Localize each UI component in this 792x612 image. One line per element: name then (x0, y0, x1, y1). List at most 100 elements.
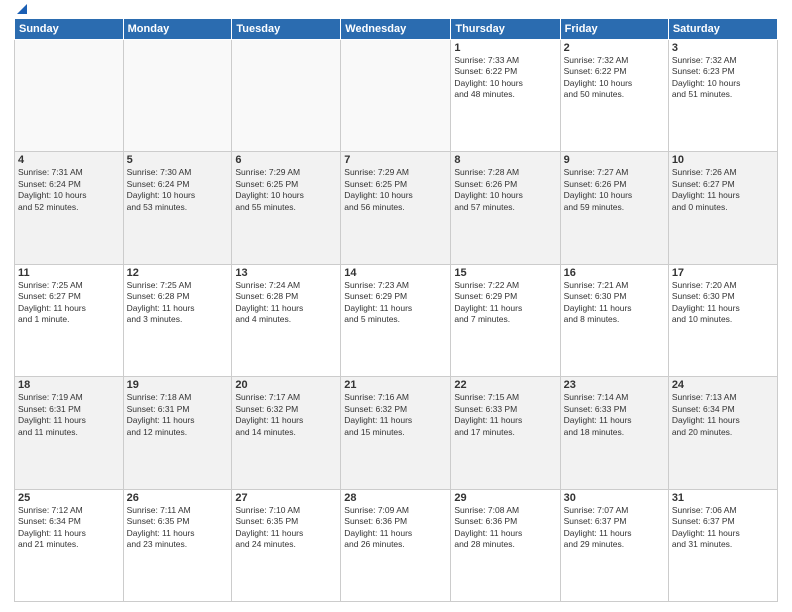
day-number: 21 (344, 379, 447, 391)
weekday-header-thursday: Thursday (451, 19, 560, 40)
day-info: Sunrise: 7:13 AM Sunset: 6:34 PM Dayligh… (672, 392, 774, 438)
calendar-cell: 8Sunrise: 7:28 AM Sunset: 6:26 PM Daylig… (451, 152, 560, 264)
day-info: Sunrise: 7:33 AM Sunset: 6:22 PM Dayligh… (454, 55, 556, 101)
calendar-cell: 22Sunrise: 7:15 AM Sunset: 6:33 PM Dayli… (451, 377, 560, 489)
day-number: 2 (564, 42, 665, 54)
day-number: 25 (18, 492, 120, 504)
day-number: 10 (672, 154, 774, 166)
day-number: 9 (564, 154, 665, 166)
day-info: Sunrise: 7:09 AM Sunset: 6:36 PM Dayligh… (344, 505, 447, 551)
logo (14, 10, 29, 12)
calendar-cell: 21Sunrise: 7:16 AM Sunset: 6:32 PM Dayli… (341, 377, 451, 489)
day-number: 24 (672, 379, 774, 391)
day-number: 13 (235, 267, 337, 279)
calendar-cell: 25Sunrise: 7:12 AM Sunset: 6:34 PM Dayli… (15, 489, 124, 601)
calendar-cell (341, 40, 451, 152)
day-info: Sunrise: 7:19 AM Sunset: 6:31 PM Dayligh… (18, 392, 120, 438)
day-info: Sunrise: 7:11 AM Sunset: 6:35 PM Dayligh… (127, 505, 229, 551)
calendar-cell: 23Sunrise: 7:14 AM Sunset: 6:33 PM Dayli… (560, 377, 668, 489)
day-number: 11 (18, 267, 120, 279)
day-number: 7 (344, 154, 447, 166)
day-number: 20 (235, 379, 337, 391)
day-info: Sunrise: 7:20 AM Sunset: 6:30 PM Dayligh… (672, 280, 774, 326)
calendar-cell: 26Sunrise: 7:11 AM Sunset: 6:35 PM Dayli… (123, 489, 232, 601)
week-row-2: 4Sunrise: 7:31 AM Sunset: 6:24 PM Daylig… (15, 152, 778, 264)
day-info: Sunrise: 7:06 AM Sunset: 6:37 PM Dayligh… (672, 505, 774, 551)
calendar-cell: 27Sunrise: 7:10 AM Sunset: 6:35 PM Dayli… (232, 489, 341, 601)
calendar-cell: 11Sunrise: 7:25 AM Sunset: 6:27 PM Dayli… (15, 264, 124, 376)
logo-icon (15, 2, 29, 16)
day-info: Sunrise: 7:29 AM Sunset: 6:25 PM Dayligh… (344, 167, 447, 213)
calendar-cell: 28Sunrise: 7:09 AM Sunset: 6:36 PM Dayli… (341, 489, 451, 601)
day-number: 19 (127, 379, 229, 391)
calendar-cell (232, 40, 341, 152)
day-number: 8 (454, 154, 556, 166)
day-info: Sunrise: 7:27 AM Sunset: 6:26 PM Dayligh… (564, 167, 665, 213)
calendar-cell: 4Sunrise: 7:31 AM Sunset: 6:24 PM Daylig… (15, 152, 124, 264)
day-info: Sunrise: 7:28 AM Sunset: 6:26 PM Dayligh… (454, 167, 556, 213)
calendar-cell: 13Sunrise: 7:24 AM Sunset: 6:28 PM Dayli… (232, 264, 341, 376)
day-number: 23 (564, 379, 665, 391)
weekday-header-saturday: Saturday (668, 19, 777, 40)
day-info: Sunrise: 7:26 AM Sunset: 6:27 PM Dayligh… (672, 167, 774, 213)
day-number: 16 (564, 267, 665, 279)
weekday-header-wednesday: Wednesday (341, 19, 451, 40)
day-number: 3 (672, 42, 774, 54)
calendar-cell: 14Sunrise: 7:23 AM Sunset: 6:29 PM Dayli… (341, 264, 451, 376)
calendar-cell: 16Sunrise: 7:21 AM Sunset: 6:30 PM Dayli… (560, 264, 668, 376)
weekday-header-friday: Friday (560, 19, 668, 40)
calendar-cell: 3Sunrise: 7:32 AM Sunset: 6:23 PM Daylig… (668, 40, 777, 152)
day-info: Sunrise: 7:18 AM Sunset: 6:31 PM Dayligh… (127, 392, 229, 438)
day-info: Sunrise: 7:32 AM Sunset: 6:23 PM Dayligh… (672, 55, 774, 101)
week-row-1: 1Sunrise: 7:33 AM Sunset: 6:22 PM Daylig… (15, 40, 778, 152)
calendar-cell: 9Sunrise: 7:27 AM Sunset: 6:26 PM Daylig… (560, 152, 668, 264)
day-info: Sunrise: 7:23 AM Sunset: 6:29 PM Dayligh… (344, 280, 447, 326)
calendar-cell: 20Sunrise: 7:17 AM Sunset: 6:32 PM Dayli… (232, 377, 341, 489)
calendar-cell: 18Sunrise: 7:19 AM Sunset: 6:31 PM Dayli… (15, 377, 124, 489)
day-info: Sunrise: 7:17 AM Sunset: 6:32 PM Dayligh… (235, 392, 337, 438)
day-info: Sunrise: 7:12 AM Sunset: 6:34 PM Dayligh… (18, 505, 120, 551)
calendar-cell: 30Sunrise: 7:07 AM Sunset: 6:37 PM Dayli… (560, 489, 668, 601)
day-info: Sunrise: 7:08 AM Sunset: 6:36 PM Dayligh… (454, 505, 556, 551)
calendar-cell: 5Sunrise: 7:30 AM Sunset: 6:24 PM Daylig… (123, 152, 232, 264)
calendar-cell: 2Sunrise: 7:32 AM Sunset: 6:22 PM Daylig… (560, 40, 668, 152)
day-number: 18 (18, 379, 120, 391)
calendar-cell (123, 40, 232, 152)
day-number: 31 (672, 492, 774, 504)
day-info: Sunrise: 7:30 AM Sunset: 6:24 PM Dayligh… (127, 167, 229, 213)
day-number: 22 (454, 379, 556, 391)
calendar-cell: 12Sunrise: 7:25 AM Sunset: 6:28 PM Dayli… (123, 264, 232, 376)
day-info: Sunrise: 7:32 AM Sunset: 6:22 PM Dayligh… (564, 55, 665, 101)
day-number: 15 (454, 267, 556, 279)
day-info: Sunrise: 7:14 AM Sunset: 6:33 PM Dayligh… (564, 392, 665, 438)
day-number: 27 (235, 492, 337, 504)
day-number: 5 (127, 154, 229, 166)
day-info: Sunrise: 7:25 AM Sunset: 6:27 PM Dayligh… (18, 280, 120, 326)
day-info: Sunrise: 7:25 AM Sunset: 6:28 PM Dayligh… (127, 280, 229, 326)
day-info: Sunrise: 7:10 AM Sunset: 6:35 PM Dayligh… (235, 505, 337, 551)
day-info: Sunrise: 7:22 AM Sunset: 6:29 PM Dayligh… (454, 280, 556, 326)
day-number: 14 (344, 267, 447, 279)
calendar-cell: 24Sunrise: 7:13 AM Sunset: 6:34 PM Dayli… (668, 377, 777, 489)
day-number: 26 (127, 492, 229, 504)
header (14, 10, 778, 12)
calendar-cell: 31Sunrise: 7:06 AM Sunset: 6:37 PM Dayli… (668, 489, 777, 601)
day-info: Sunrise: 7:21 AM Sunset: 6:30 PM Dayligh… (564, 280, 665, 326)
day-info: Sunrise: 7:24 AM Sunset: 6:28 PM Dayligh… (235, 280, 337, 326)
week-row-4: 18Sunrise: 7:19 AM Sunset: 6:31 PM Dayli… (15, 377, 778, 489)
day-info: Sunrise: 7:07 AM Sunset: 6:37 PM Dayligh… (564, 505, 665, 551)
week-row-5: 25Sunrise: 7:12 AM Sunset: 6:34 PM Dayli… (15, 489, 778, 601)
day-number: 17 (672, 267, 774, 279)
calendar-table: SundayMondayTuesdayWednesdayThursdayFrid… (14, 18, 778, 602)
week-row-3: 11Sunrise: 7:25 AM Sunset: 6:27 PM Dayli… (15, 264, 778, 376)
day-number: 30 (564, 492, 665, 504)
weekday-header-sunday: Sunday (15, 19, 124, 40)
calendar-cell: 17Sunrise: 7:20 AM Sunset: 6:30 PM Dayli… (668, 264, 777, 376)
calendar-cell (15, 40, 124, 152)
day-info: Sunrise: 7:16 AM Sunset: 6:32 PM Dayligh… (344, 392, 447, 438)
day-number: 28 (344, 492, 447, 504)
calendar-cell: 15Sunrise: 7:22 AM Sunset: 6:29 PM Dayli… (451, 264, 560, 376)
day-info: Sunrise: 7:31 AM Sunset: 6:24 PM Dayligh… (18, 167, 120, 213)
day-info: Sunrise: 7:15 AM Sunset: 6:33 PM Dayligh… (454, 392, 556, 438)
day-number: 1 (454, 42, 556, 54)
